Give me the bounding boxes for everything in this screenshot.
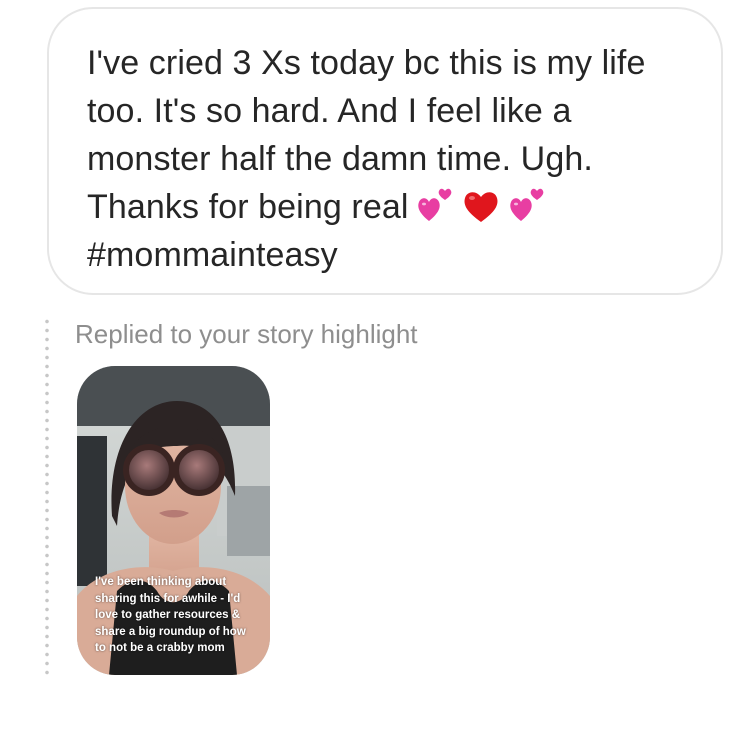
story-overlay-line: I've been thinking about (95, 576, 227, 588)
hashtag[interactable]: #mommainteasy (87, 231, 685, 279)
story-highlight-thumbnail[interactable]: I've been thinking about sharing this fo… (77, 366, 270, 675)
story-overlay-line: love to gather resources & (95, 609, 241, 621)
message-bubble[interactable]: I've cried 3 Xs today bc this is my life… (47, 7, 723, 295)
two-hearts-icon (417, 188, 451, 222)
two-hearts-icon (509, 188, 543, 222)
message-line: too. It's so hard. And I feel like a (87, 92, 572, 130)
message-line: Thanks for being real (87, 188, 409, 226)
message-text: I've cried 3 Xs today bc this is my life… (87, 39, 685, 279)
story-overlay-line: share a big roundup of how (95, 625, 246, 638)
message-line: I've cried 3 Xs today bc this is my life (87, 44, 646, 82)
story-overlay-caption: I've been thinking about sharing this fo… (95, 574, 262, 657)
reply-thread-rail (44, 317, 50, 677)
story-overlay-line: sharing this for awhile - I'd (95, 592, 241, 605)
message-line-with-emojis: Thanks for being real (87, 183, 685, 231)
message-line: monster half the damn time. Ugh. (87, 140, 593, 178)
red-heart-icon (464, 192, 497, 223)
story-overlay-line: to not be a crabby mom (95, 642, 225, 654)
reply-caption: Replied to your story highlight (75, 319, 418, 349)
